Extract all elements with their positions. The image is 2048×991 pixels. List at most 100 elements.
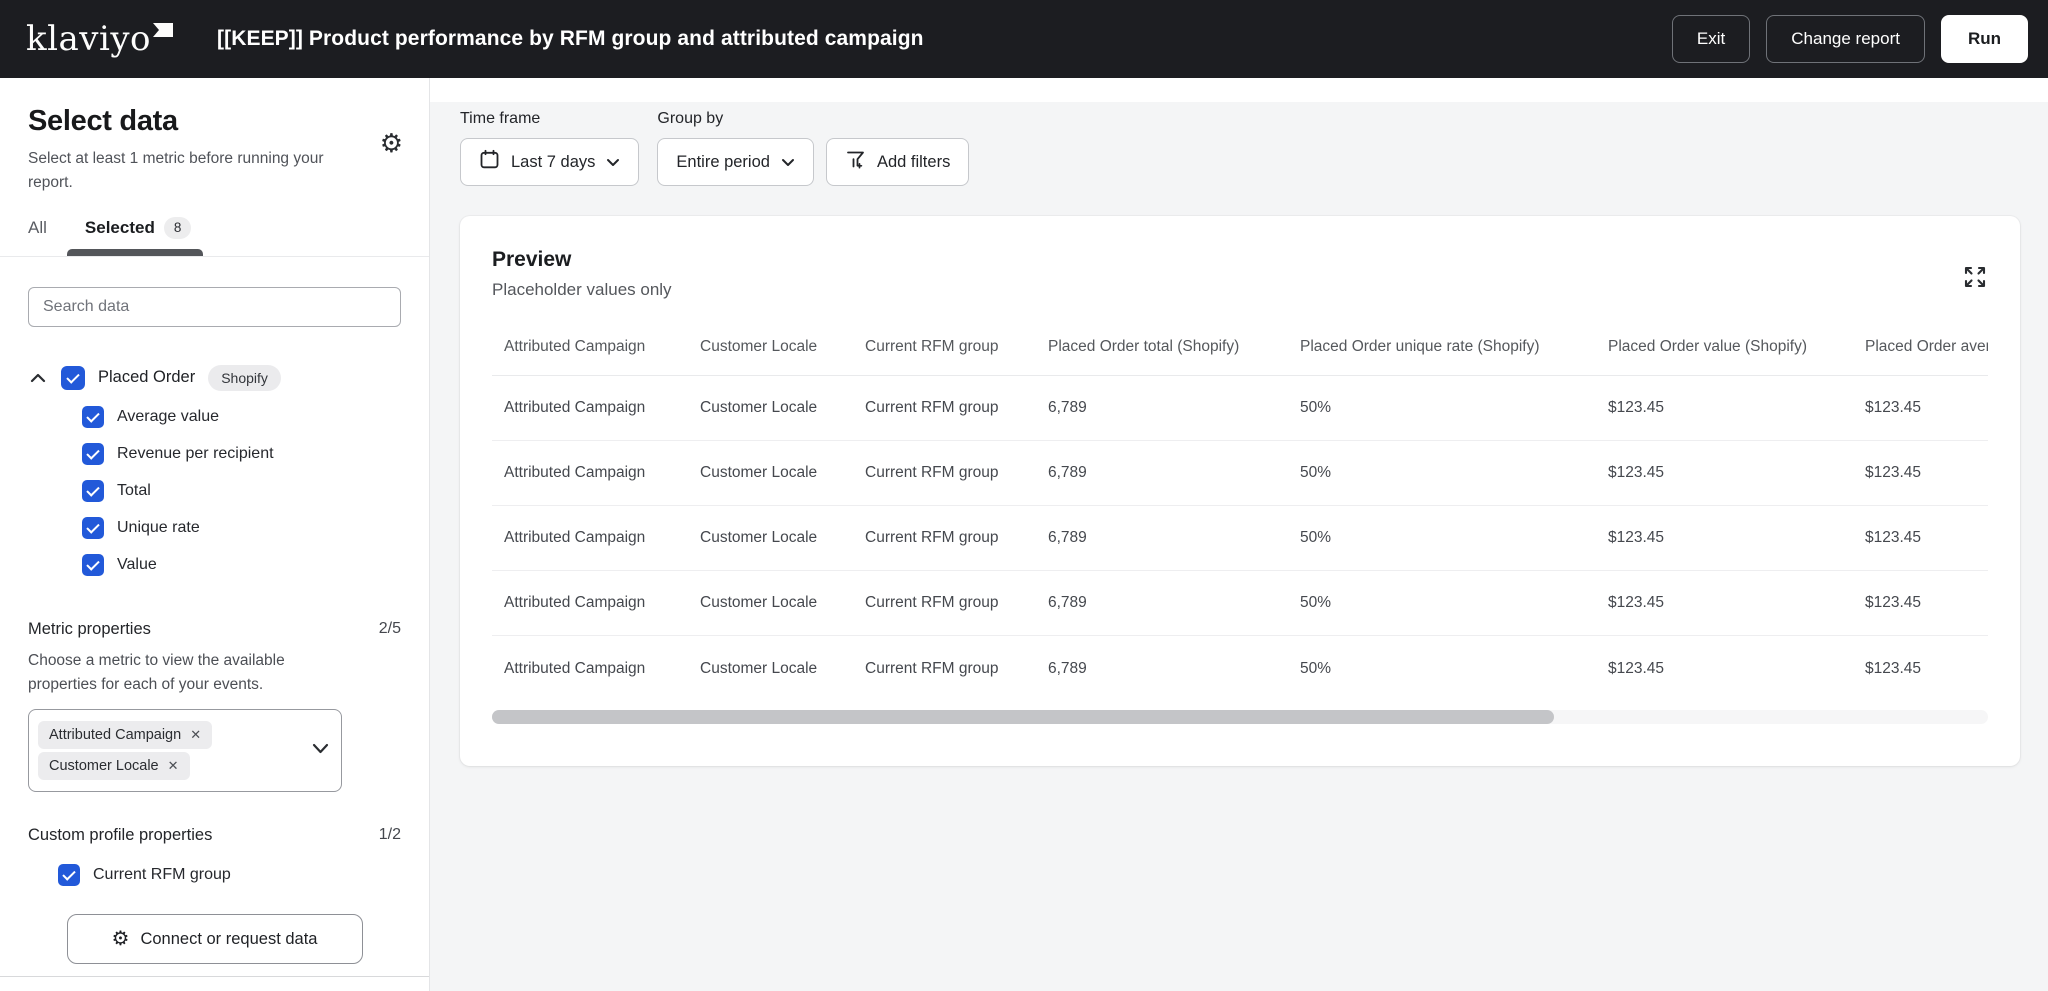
fullscreen-expand-icon[interactable] [1960, 262, 1990, 295]
metric-checkbox[interactable] [82, 517, 104, 539]
column-header: Attributed Campaign [504, 338, 700, 356]
metric-checkbox[interactable] [82, 480, 104, 502]
time-frame-value: Last 7 days [511, 153, 595, 172]
report-title: [[KEEP]] Product performance by RFM grou… [217, 27, 924, 51]
selected-tags: Attributed Campaign ✕ Customer Locale ✕ [38, 721, 307, 780]
tab-selected[interactable]: Selected 8 [85, 217, 191, 239]
table-cell: Attributed Campaign [504, 594, 700, 612]
calendar-icon [479, 149, 500, 175]
source-badge: Shopify [208, 365, 281, 391]
table-cell: Attributed Campaign [504, 660, 700, 678]
footer-divider [0, 976, 429, 977]
run-button[interactable]: Run [1941, 15, 2028, 63]
table-cell: 50% [1300, 529, 1608, 547]
connect-button-label: Connect or request data [140, 930, 317, 949]
table-cell: $123.45 [1608, 529, 1865, 547]
scrollbar-thumb[interactable] [492, 710, 1554, 724]
metric-properties-label: Metric properties [28, 620, 151, 639]
property-tag: Attributed Campaign ✕ [38, 721, 212, 749]
table-cell: $123.45 [1608, 594, 1865, 612]
metric-child-row: Unique rate [82, 517, 401, 539]
custom-profile-properties-count: 1/2 [379, 826, 401, 844]
time-frame-group: Time frame Last 7 days [460, 110, 639, 186]
table-row: Attributed CampaignCustomer LocaleCurren… [492, 571, 1988, 636]
column-header: Placed Order total (Shopify) [1048, 338, 1300, 356]
preview-table-header: Attributed CampaignCustomer LocaleCurren… [492, 326, 1988, 376]
metric-child-label: Revenue per recipient [117, 445, 274, 463]
table-cell: Current RFM group [865, 594, 1048, 612]
top-bar: klaviyo [[KEEP]] Product performance by … [0, 0, 2048, 78]
table-row: Attributed CampaignCustomer LocaleCurren… [492, 506, 1988, 571]
header-actions: Exit Change report Run [1672, 15, 2028, 63]
property-tag: Customer Locale ✕ [38, 752, 190, 780]
table-cell: Current RFM group [865, 529, 1048, 547]
table-cell: $123.45 [1608, 464, 1865, 482]
table-cell: Customer Locale [700, 529, 865, 547]
table-row: Attributed CampaignCustomer LocaleCurren… [492, 376, 1988, 441]
settings-gear-icon[interactable]: ⚙ [380, 130, 403, 156]
tab-all[interactable]: All [28, 217, 47, 239]
custom-property-label: Current RFM group [93, 866, 231, 884]
preview-card: Preview Placeholder values only Attribut… [460, 216, 2020, 766]
remove-tag-icon[interactable]: ✕ [168, 759, 179, 772]
data-tabs: All Selected 8 [28, 217, 401, 256]
table-cell: Customer Locale [700, 594, 865, 612]
main-area: Time frame Last 7 days Group by [430, 78, 2048, 991]
table-cell: Customer Locale [700, 399, 865, 417]
metric-properties-description: Choose a metric to view the available pr… [28, 649, 333, 697]
klaviyo-flag-icon [153, 23, 173, 43]
chevron-down-icon [781, 153, 795, 172]
table-cell: $123.45 [1865, 399, 1988, 417]
metric-checkbox[interactable] [82, 443, 104, 465]
metric-properties-select[interactable]: Attributed Campaign ✕ Customer Locale ✕ [28, 709, 342, 792]
table-cell: $123.45 [1865, 464, 1988, 482]
table-cell: Attributed Campaign [504, 529, 700, 547]
table-cell: 6,789 [1048, 529, 1300, 547]
tab-selected-label: Selected [85, 218, 155, 238]
preview-table-body: Attributed CampaignCustomer LocaleCurren… [492, 376, 1988, 701]
custom-profile-properties-label: Custom profile properties [28, 826, 212, 845]
metric-checkbox[interactable] [82, 554, 104, 576]
custom-profile-properties-header: Custom profile properties 1/2 [28, 826, 401, 845]
chevron-down-icon [606, 153, 620, 172]
table-row: Attributed CampaignCustomer LocaleCurren… [492, 636, 1988, 701]
metric-group-label: Placed Order [98, 368, 195, 387]
time-frame-select[interactable]: Last 7 days [460, 138, 639, 186]
search-input[interactable] [28, 287, 401, 327]
table-cell: Current RFM group [865, 464, 1048, 482]
table-cell: $123.45 [1608, 399, 1865, 417]
klaviyo-logo: klaviyo [26, 22, 173, 56]
table-row: Attributed CampaignCustomer LocaleCurren… [492, 441, 1988, 506]
exit-button[interactable]: Exit [1672, 15, 1750, 63]
remove-tag-icon[interactable]: ✕ [190, 728, 201, 741]
add-filters-label: Add filters [877, 153, 950, 172]
change-report-button[interactable]: Change report [1766, 15, 1925, 63]
table-cell: 50% [1300, 594, 1608, 612]
placed-order-checkbox[interactable] [61, 366, 85, 390]
property-tag-label: Customer Locale [49, 758, 159, 774]
gear-icon: ⚙ [112, 929, 130, 949]
group-by-label: Group by [657, 110, 814, 128]
table-cell: Current RFM group [865, 399, 1048, 417]
selected-count-badge: 8 [164, 217, 192, 239]
metric-child-label: Average value [117, 408, 219, 426]
klaviyo-wordmark: klaviyo [26, 22, 151, 56]
table-cell: 6,789 [1048, 594, 1300, 612]
collapse-chevron-icon[interactable] [28, 371, 48, 385]
group-by-select[interactable]: Entire period [657, 138, 814, 186]
metric-properties-count: 2/5 [379, 620, 401, 638]
add-filters-button[interactable]: Add filters [826, 138, 969, 186]
table-cell: Current RFM group [865, 660, 1048, 678]
table-cell: Customer Locale [700, 660, 865, 678]
horizontal-scrollbar[interactable] [492, 710, 1988, 724]
metric-child-label: Unique rate [117, 519, 200, 537]
column-header: Customer Locale [700, 338, 865, 356]
metric-checkbox[interactable] [82, 406, 104, 428]
custom-property-checkbox[interactable] [58, 864, 80, 886]
table-cell: $123.45 [1865, 594, 1988, 612]
panel-title: Select data [28, 105, 401, 138]
table-cell: 50% [1300, 660, 1608, 678]
connect-or-request-data-button[interactable]: ⚙ Connect or request data [67, 914, 363, 964]
table-cell: Attributed Campaign [504, 399, 700, 417]
table-cell: $123.45 [1608, 660, 1865, 678]
